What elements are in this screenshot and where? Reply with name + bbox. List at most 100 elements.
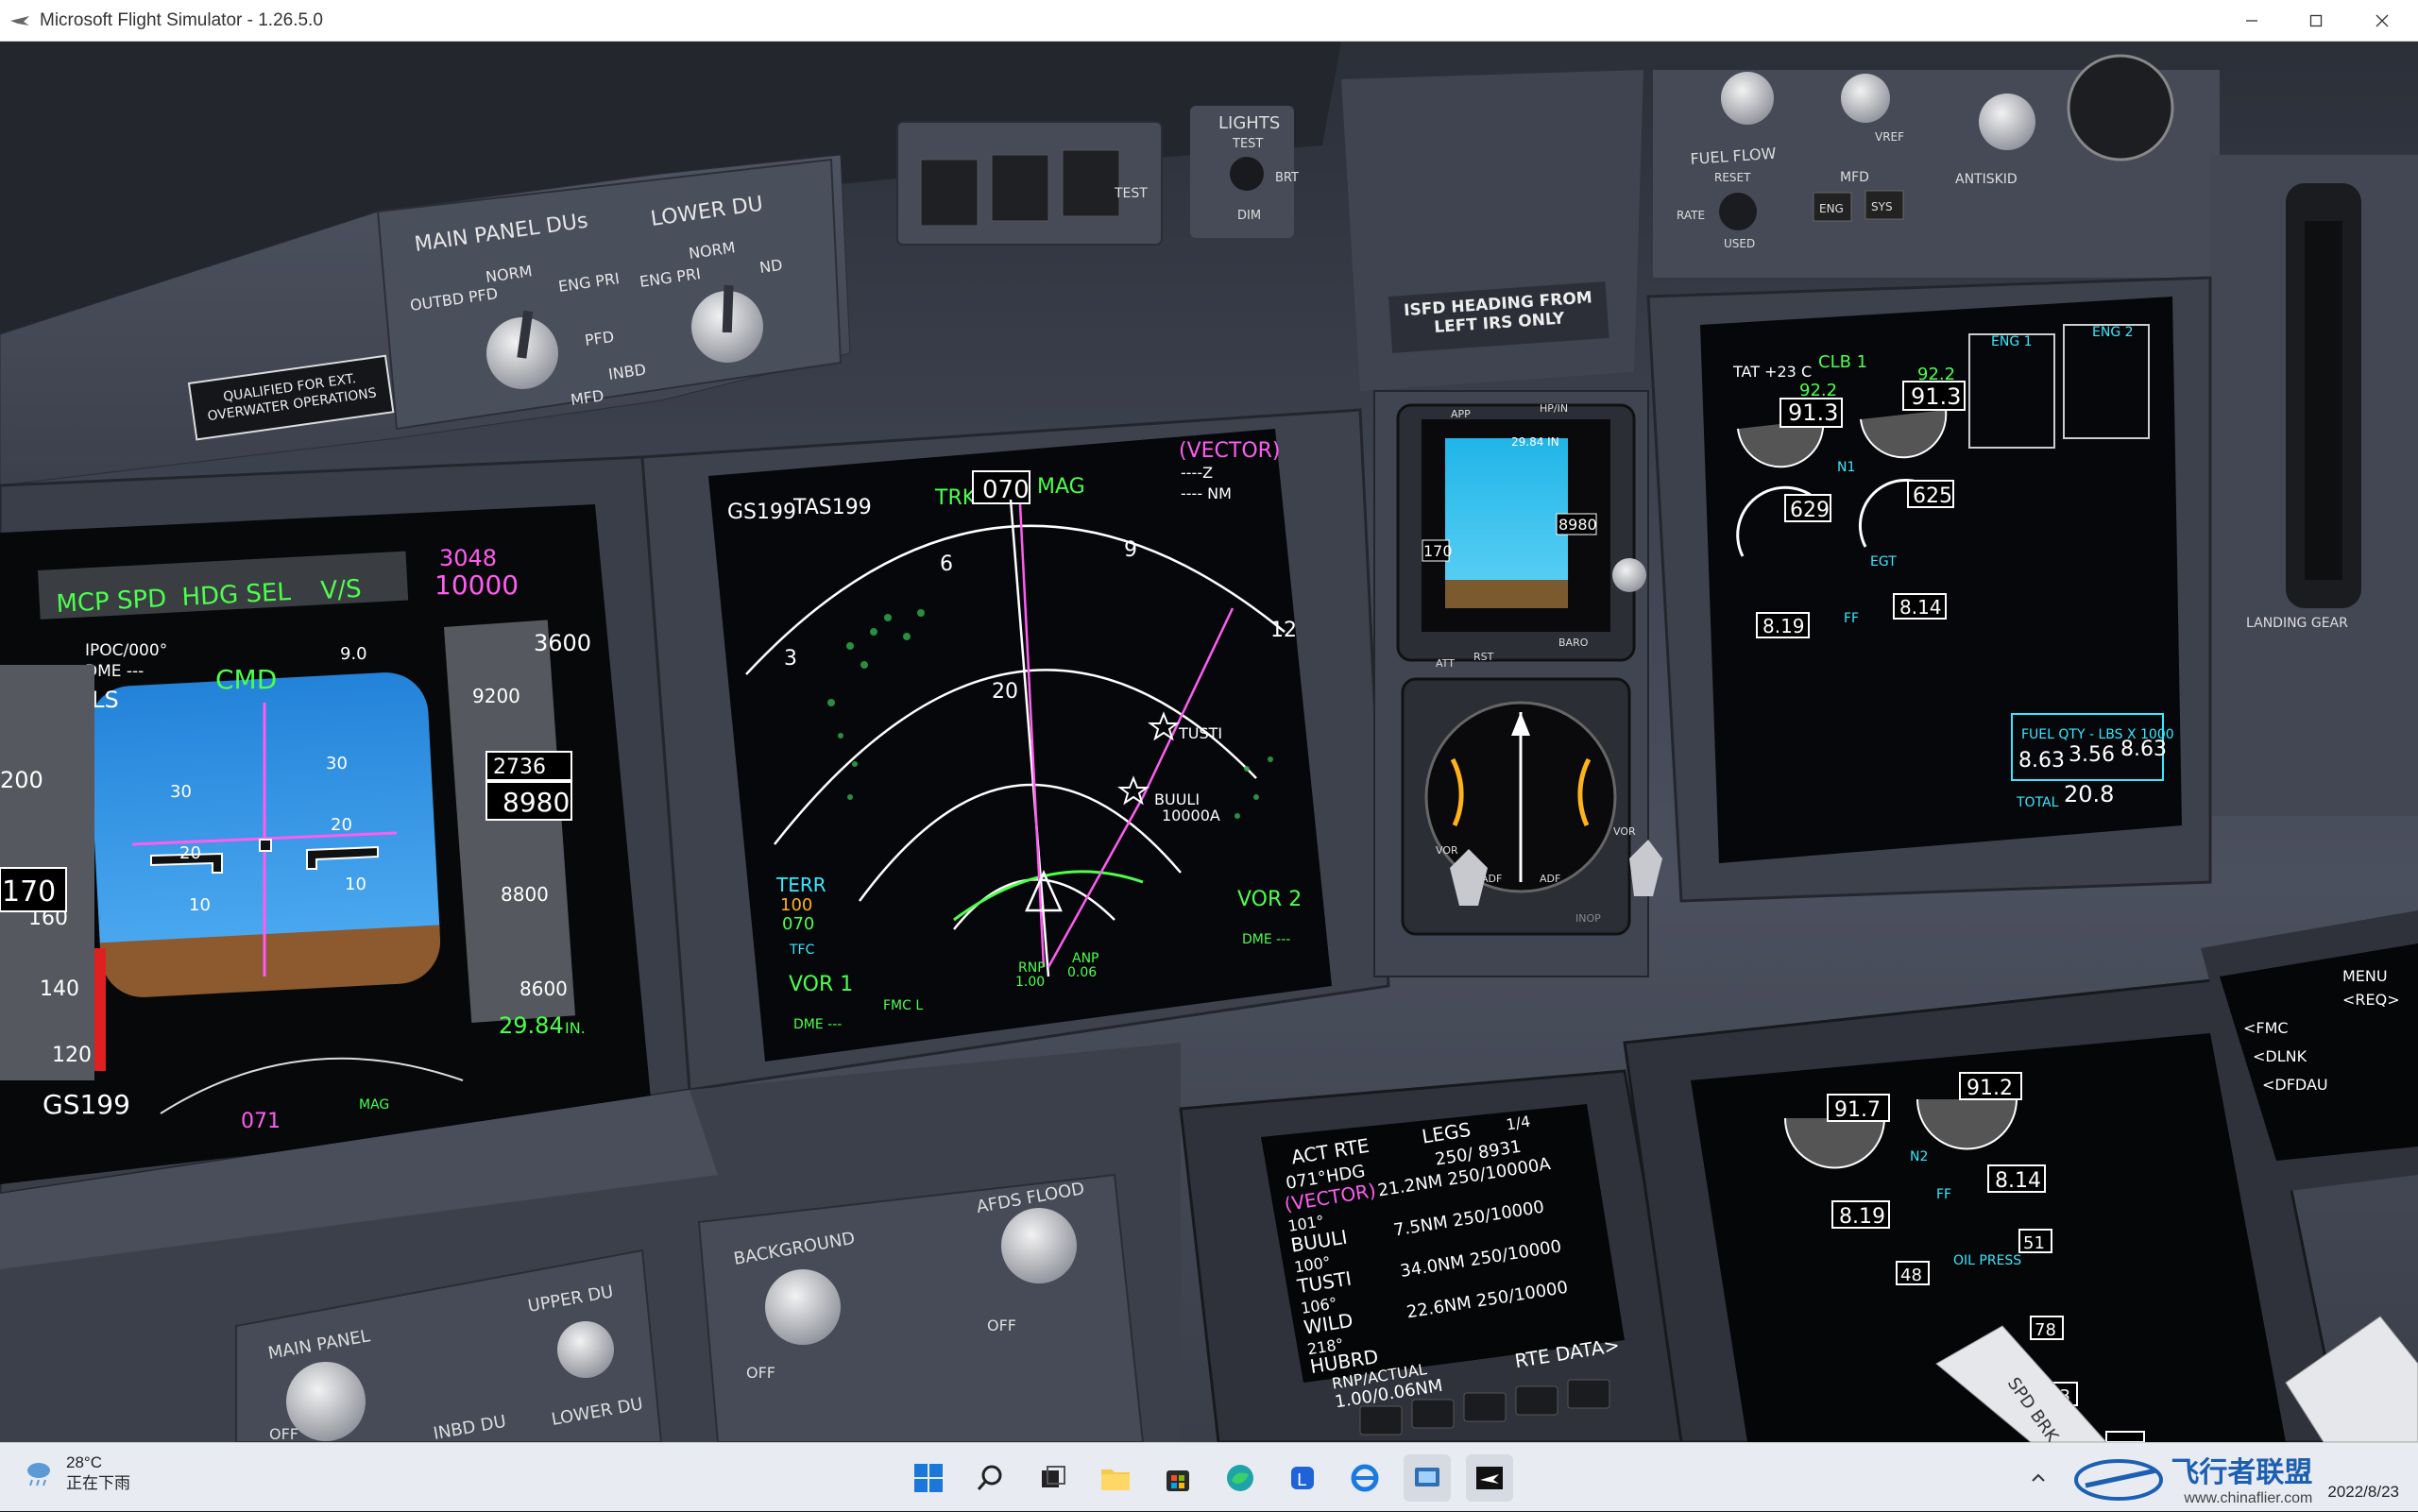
fma-pitch: V/S	[320, 575, 363, 605]
svg-text:8.14: 8.14	[1995, 1169, 2041, 1193]
flight-simulator-app-icon	[10, 15, 29, 25]
svg-text:APP: APP	[1451, 408, 1471, 420]
svg-text:10000A: 10000A	[1162, 807, 1220, 824]
weather-temp: 28°C	[66, 1453, 102, 1471]
svg-text:LANDING GEAR: LANDING GEAR	[2246, 616, 2348, 631]
svg-text:RST: RST	[1473, 651, 1494, 663]
cockpit-viewport[interactable]: MAIN PANEL DUs LOWER DU OUTBD PFD NORM E…	[0, 42, 2418, 1442]
svg-text:6: 6	[940, 552, 953, 576]
svg-text:ENG: ENG	[1819, 202, 1844, 215]
sel-alt: 10000	[434, 569, 519, 601]
cdu-key-des[interactable]	[1567, 1379, 1610, 1409]
chevron-up-icon[interactable]	[2029, 1469, 2048, 1487]
pfd-baro: 29.84	[499, 1012, 564, 1039]
svg-text:9.0: 9.0	[340, 644, 367, 664]
svg-text:FMC L: FMC L	[883, 998, 923, 1013]
upper-du-brightness-knob[interactable]	[557, 1321, 614, 1378]
svg-text:92.2: 92.2	[1799, 381, 1837, 400]
control-display-unit: ACT RTE LEGS 1/4 071°HDG 250/ 8931 (VECT…	[1179, 1069, 1693, 1442]
svg-text:OFF: OFF	[269, 1425, 298, 1442]
pfd-cmd: CMD	[215, 664, 277, 695]
svg-text:VOR 1: VOR 1	[789, 973, 853, 996]
svg-text:TAS199: TAS199	[792, 496, 872, 519]
svg-text:8600: 8600	[519, 977, 568, 1000]
pfd-gs: GS199	[43, 1089, 130, 1120]
svg-text:200: 200	[0, 767, 43, 793]
svg-text:GS199: GS199	[727, 501, 796, 524]
app-button-blue[interactable]: L	[1279, 1454, 1326, 1502]
svg-text:OFF: OFF	[746, 1364, 775, 1382]
active-app-button[interactable]	[1404, 1454, 1451, 1502]
svg-text:CLB 1: CLB 1	[1818, 352, 1867, 372]
svg-text:51: 51	[2023, 1233, 2045, 1253]
minimize-button[interactable]	[2222, 0, 2282, 42]
pfd-altitude: 8980	[502, 787, 570, 818]
svg-text:170: 170	[1423, 542, 1453, 560]
svg-text:MFD: MFD	[1840, 170, 1869, 185]
afds-flood-knob[interactable]	[1001, 1208, 1077, 1283]
svg-text:TFC: TFC	[789, 943, 815, 958]
flight-sim-button[interactable]	[1466, 1454, 1513, 1502]
taskbar-date[interactable]: 2022/8/23	[2327, 1483, 2399, 1502]
landing-gear-panel: LANDING GEAR	[2210, 155, 2418, 816]
svg-text:3600: 3600	[534, 630, 591, 656]
ie-button[interactable]	[1341, 1454, 1388, 1502]
svg-text:120: 120	[52, 1044, 92, 1067]
cdu-key-clb[interactable]	[1463, 1392, 1507, 1422]
file-explorer-button[interactable]	[1092, 1454, 1139, 1502]
flight-simulator-icon	[1476, 1467, 1503, 1489]
svg-text:8800: 8800	[501, 883, 549, 906]
lights-test-panel: TEST LIGHTS TEST BRT DIM	[896, 106, 1299, 246]
svg-text:3: 3	[784, 647, 797, 671]
main-panel-brightness-knob[interactable]	[286, 1362, 366, 1441]
svg-text:9200: 9200	[472, 685, 520, 707]
fuel-center: 3.56	[2069, 743, 2115, 767]
svg-text:ENG 1: ENG 1	[1991, 334, 2033, 349]
antiskid-knob[interactable]	[1979, 93, 2035, 150]
fuel-flow-switch[interactable]	[1719, 193, 1757, 230]
background-brightness-knob[interactable]	[765, 1269, 841, 1345]
folder-icon	[1101, 1470, 1130, 1490]
windows-start-icon	[914, 1464, 943, 1492]
svg-text:20: 20	[331, 815, 352, 835]
svg-text:ADF: ADF	[1540, 873, 1560, 885]
edge-browser-icon	[1227, 1465, 1253, 1491]
egt-left: 629	[1790, 499, 1830, 522]
store-button[interactable]	[1154, 1454, 1201, 1502]
cdu-key-crz[interactable]	[1515, 1385, 1558, 1416]
search-button[interactable]	[967, 1454, 1014, 1502]
maximize-button[interactable]	[2286, 0, 2346, 42]
windows-taskbar: 28°C 正在下雨 L 飞行者联盟 www.chinaflier.com 202…	[0, 1442, 2418, 1511]
window-titlebar[interactable]: Microsoft Flight Simulator - 1.26.5.0	[0, 0, 2418, 42]
start-button[interactable]	[905, 1454, 952, 1502]
svg-text:1/4: 1/4	[1505, 1113, 1531, 1134]
weather-widget[interactable]: 28°C 正在下雨	[23, 1453, 130, 1494]
svg-text:8980: 8980	[1558, 516, 1597, 534]
svg-text:ND: ND	[758, 256, 784, 277]
svg-text:9: 9	[1124, 538, 1137, 562]
isfd-baro-knob[interactable]	[1612, 558, 1646, 592]
svg-text:TRK: TRK	[934, 486, 977, 510]
svg-text:DIM: DIM	[1237, 209, 1261, 223]
svg-text:TUSTI: TUSTI	[1178, 724, 1222, 742]
close-button[interactable]	[2352, 0, 2412, 42]
svg-text:N1: N1	[1837, 460, 1855, 475]
svg-text:78: 78	[2035, 1320, 2056, 1340]
svg-text:8.14: 8.14	[1899, 596, 1942, 619]
lights-switch[interactable]	[1230, 157, 1264, 191]
nd-heading: 070	[982, 476, 1030, 504]
svg-text:48: 48	[1900, 1266, 1922, 1285]
svg-text:ANP: ANP	[1072, 951, 1099, 966]
edge-button[interactable]	[1217, 1454, 1264, 1502]
svg-text:12: 12	[1270, 619, 1297, 642]
n2-right: 91.2	[1967, 1077, 2013, 1100]
cdu-key-init-ref[interactable]	[1359, 1405, 1403, 1436]
svg-text:TEST: TEST	[1114, 186, 1148, 201]
store-icon	[1166, 1470, 1189, 1491]
egt-right: 625	[1913, 484, 1952, 508]
svg-text:(VECTOR): (VECTOR)	[1179, 439, 1281, 463]
task-view-button[interactable]	[1030, 1454, 1077, 1502]
svg-text:20: 20	[992, 680, 1018, 704]
cdu-key-rte[interactable]	[1411, 1399, 1455, 1429]
svg-text:TOTAL: TOTAL	[2016, 795, 2059, 810]
